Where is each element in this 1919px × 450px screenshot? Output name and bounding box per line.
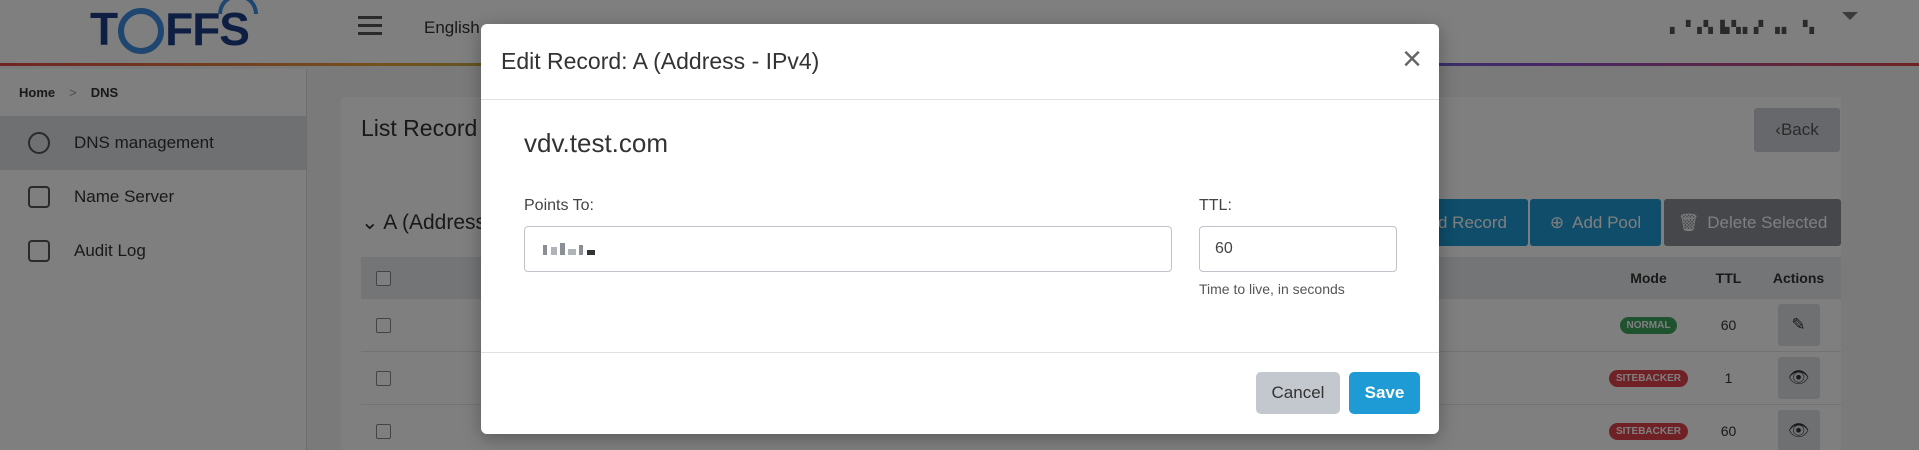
save-button[interactable]: Save	[1349, 372, 1420, 414]
ttl-input[interactable]	[1199, 226, 1397, 272]
ttl-label: TTL:	[1199, 197, 1232, 214]
edit-record-modal: Edit Record: A (Address - IPv4) × vdv.te…	[481, 24, 1439, 434]
modal-header: Edit Record: A (Address - IPv4) ×	[481, 24, 1439, 100]
redacted-ip-value	[543, 241, 599, 257]
modal-footer: Cancel Save	[481, 353, 1439, 433]
cancel-button[interactable]: Cancel	[1256, 372, 1340, 414]
modal-title: Edit Record: A (Address - IPv4)	[501, 48, 820, 74]
points-to-label: Points To:	[524, 197, 594, 214]
points-to-input[interactable]	[524, 226, 1172, 272]
close-icon[interactable]: ×	[1399, 42, 1425, 76]
ttl-hint: Time to live, in seconds	[1199, 281, 1345, 297]
modal-body: vdv.test.com Points To: TTL: Time to liv…	[481, 100, 1439, 353]
record-domain: vdv.test.com	[524, 128, 669, 158]
